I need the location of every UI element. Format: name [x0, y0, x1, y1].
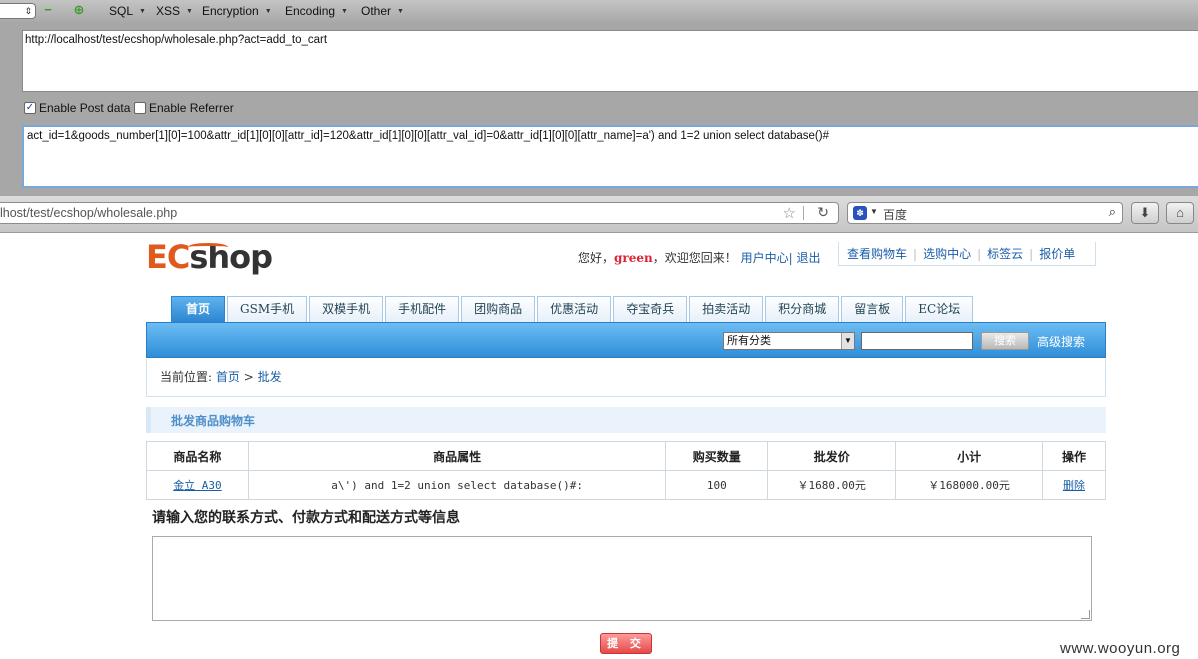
- col-header: 批发价: [767, 441, 897, 471]
- search-bar: 所有分类 ▼ 搜索 高级搜索: [146, 322, 1106, 358]
- ecshop-logo[interactable]: ECshop: [146, 237, 273, 277]
- top-links: 查看购物车 | 选购中心 | 标签云 | 报价单: [838, 242, 1096, 266]
- search-button[interactable]: 搜索: [981, 332, 1029, 350]
- chevron-down-icon: ▼: [841, 333, 854, 349]
- hackbar-url-field[interactable]: http://localhost/test/ecshop/wholesale.p…: [22, 30, 1198, 92]
- menu-encryption[interactable]: Encryption ▼: [202, 4, 272, 19]
- breadcrumb-current[interactable]: 批发: [258, 370, 282, 384]
- tab-points-mall[interactable]: 积分商城: [765, 296, 840, 322]
- quantity-cell: 100: [665, 470, 769, 500]
- home-icon[interactable]: ⌂: [1166, 202, 1194, 224]
- tab-promotions[interactable]: 优惠活动: [537, 296, 612, 322]
- info-title: 请输入您的联系方式、付款方式和配送方式等信息: [152, 510, 460, 526]
- hackbar-panel: ⇕ − ⊕ SQL ▼ XSS ▼ Encryption ▼ Encoding ▼ Ot…: [0, 0, 1198, 196]
- keyword-input[interactable]: [861, 332, 973, 350]
- hackbar-post-field[interactable]: act_id=1&goods_number[1][0]=100&attr_id[…: [22, 125, 1198, 188]
- tag-cloud-link[interactable]: 标签云: [987, 245, 1023, 262]
- info-textarea[interactable]: [152, 536, 1092, 621]
- username: green: [614, 251, 653, 265]
- tab-dual-mode[interactable]: 双模手机: [309, 296, 384, 322]
- menu-encoding[interactable]: Encoding ▼: [285, 4, 348, 19]
- subtotal-cell: ￥168000.00元: [895, 470, 1044, 500]
- col-header: 购买数量: [665, 441, 769, 471]
- triangle-down-icon: ▼: [397, 8, 404, 15]
- triangle-down-icon: ▼: [341, 8, 348, 15]
- minus-icon[interactable]: −: [42, 3, 54, 16]
- table-header-row: 商品名称 商品属性 购买数量 批发价 小计 操作: [146, 441, 1106, 471]
- col-header: 小计: [895, 441, 1044, 471]
- triangle-down-icon: ▼: [264, 8, 272, 15]
- download-icon[interactable]: ⬇: [1131, 202, 1159, 224]
- address-text: lhost/test/ecshop/wholesale.php: [0, 206, 178, 220]
- tab-home[interactable]: 首页: [171, 296, 226, 322]
- chevron-updown-icon: ⇕: [24, 6, 32, 16]
- enable-post-checkbox[interactable]: ✓ Enable Post data: [24, 101, 130, 115]
- main-nav: 首页 GSM手机 双模手机 手机配件 团购商品 优惠活动 夺宝奇兵 拍卖活动 积…: [171, 296, 974, 322]
- tab-group-buy[interactable]: 团购商品: [461, 296, 536, 322]
- col-header: 操作: [1042, 441, 1106, 471]
- web-search-box[interactable]: ✽ ▼ 百度 ⌕: [847, 202, 1123, 224]
- reload-icon[interactable]: ↻: [817, 204, 829, 221]
- watermark: www.wooyun.org: [1060, 640, 1181, 657]
- plus-icon[interactable]: ⊕: [73, 3, 85, 16]
- user-center-link[interactable]: 用户中心: [741, 251, 789, 265]
- delete-link[interactable]: 删除: [1063, 479, 1085, 492]
- col-header: 商品名称: [146, 441, 249, 471]
- table-row: 金立 A30 a\') and 1=2 union select databas…: [146, 470, 1106, 500]
- enable-referrer-checkbox[interactable]: Enable Referrer: [134, 101, 234, 115]
- tab-ec-forum[interactable]: EC论坛: [905, 296, 974, 322]
- search-icon[interactable]: ⌕: [1109, 204, 1116, 220]
- bookmark-star-icon[interactable]: ☆: [783, 204, 796, 222]
- hackbar-load-select[interactable]: ⇕: [0, 3, 36, 19]
- quote-link[interactable]: 报价单: [1039, 245, 1075, 262]
- col-header: 商品属性: [247, 441, 667, 471]
- submit-button[interactable]: 提 交: [600, 633, 652, 654]
- product-attr-cell: a\') and 1=2 union select database()#:: [247, 470, 667, 500]
- tab-accessories[interactable]: 手机配件: [385, 296, 460, 322]
- breadcrumb-home[interactable]: 首页: [216, 370, 240, 384]
- baidu-paw-icon[interactable]: ✽: [853, 206, 867, 220]
- price-cell: ￥1680.00元: [767, 470, 897, 500]
- menu-xss[interactable]: XSS ▼: [156, 4, 193, 19]
- category-select[interactable]: 所有分类 ▼: [723, 332, 855, 350]
- triangle-down-icon: ▼: [139, 8, 146, 15]
- shopping-center-link[interactable]: 选购中心: [923, 245, 971, 262]
- search-engine-name: 百度: [883, 208, 908, 222]
- section-title: 批发商品购物车: [171, 414, 256, 428]
- wholesale-cart-table: 商品名称 商品属性 购买数量 批发价 小计 操作 金立 A30 a\') and…: [146, 441, 1106, 500]
- triangle-down-icon: ▼: [186, 8, 193, 15]
- product-name-link[interactable]: 金立 A30: [173, 479, 222, 492]
- checkmark-icon: ✓: [24, 102, 36, 114]
- breadcrumb: 当前位置: 首页 > 批发: [146, 359, 1106, 397]
- resize-grip-icon[interactable]: [1081, 610, 1090, 619]
- hackbar-toolbar: ⇕ − ⊕ SQL ▼ XSS ▼ Encryption ▼ Encoding ▼ Ot…: [0, 0, 1198, 22]
- view-cart-link[interactable]: 查看购物车: [847, 245, 907, 262]
- menu-other[interactable]: Other ▼: [361, 4, 404, 19]
- browser-navbar: lhost/test/ecshop/wholesale.php ☆ ↻ ✽ ▼ …: [0, 196, 1198, 233]
- logout-link[interactable]: 退出: [796, 251, 820, 265]
- triangle-down-icon: ▼: [870, 207, 878, 216]
- section-header: 批发商品购物车: [146, 407, 1106, 433]
- address-bar[interactable]: lhost/test/ecshop/wholesale.php ☆ ↻: [0, 202, 839, 224]
- tab-auction[interactable]: 拍卖活动: [689, 296, 764, 322]
- tab-snatch[interactable]: 夺宝奇兵: [613, 296, 688, 322]
- welcome-message: 您好，green，欢迎您回来！ 用户中心| 退出: [578, 251, 821, 265]
- tab-message-board[interactable]: 留言板: [841, 296, 904, 322]
- tab-gsm[interactable]: GSM手机: [227, 296, 308, 322]
- menu-sql[interactable]: SQL ▼: [109, 4, 146, 19]
- advanced-search-link[interactable]: 高级搜索: [1037, 333, 1085, 350]
